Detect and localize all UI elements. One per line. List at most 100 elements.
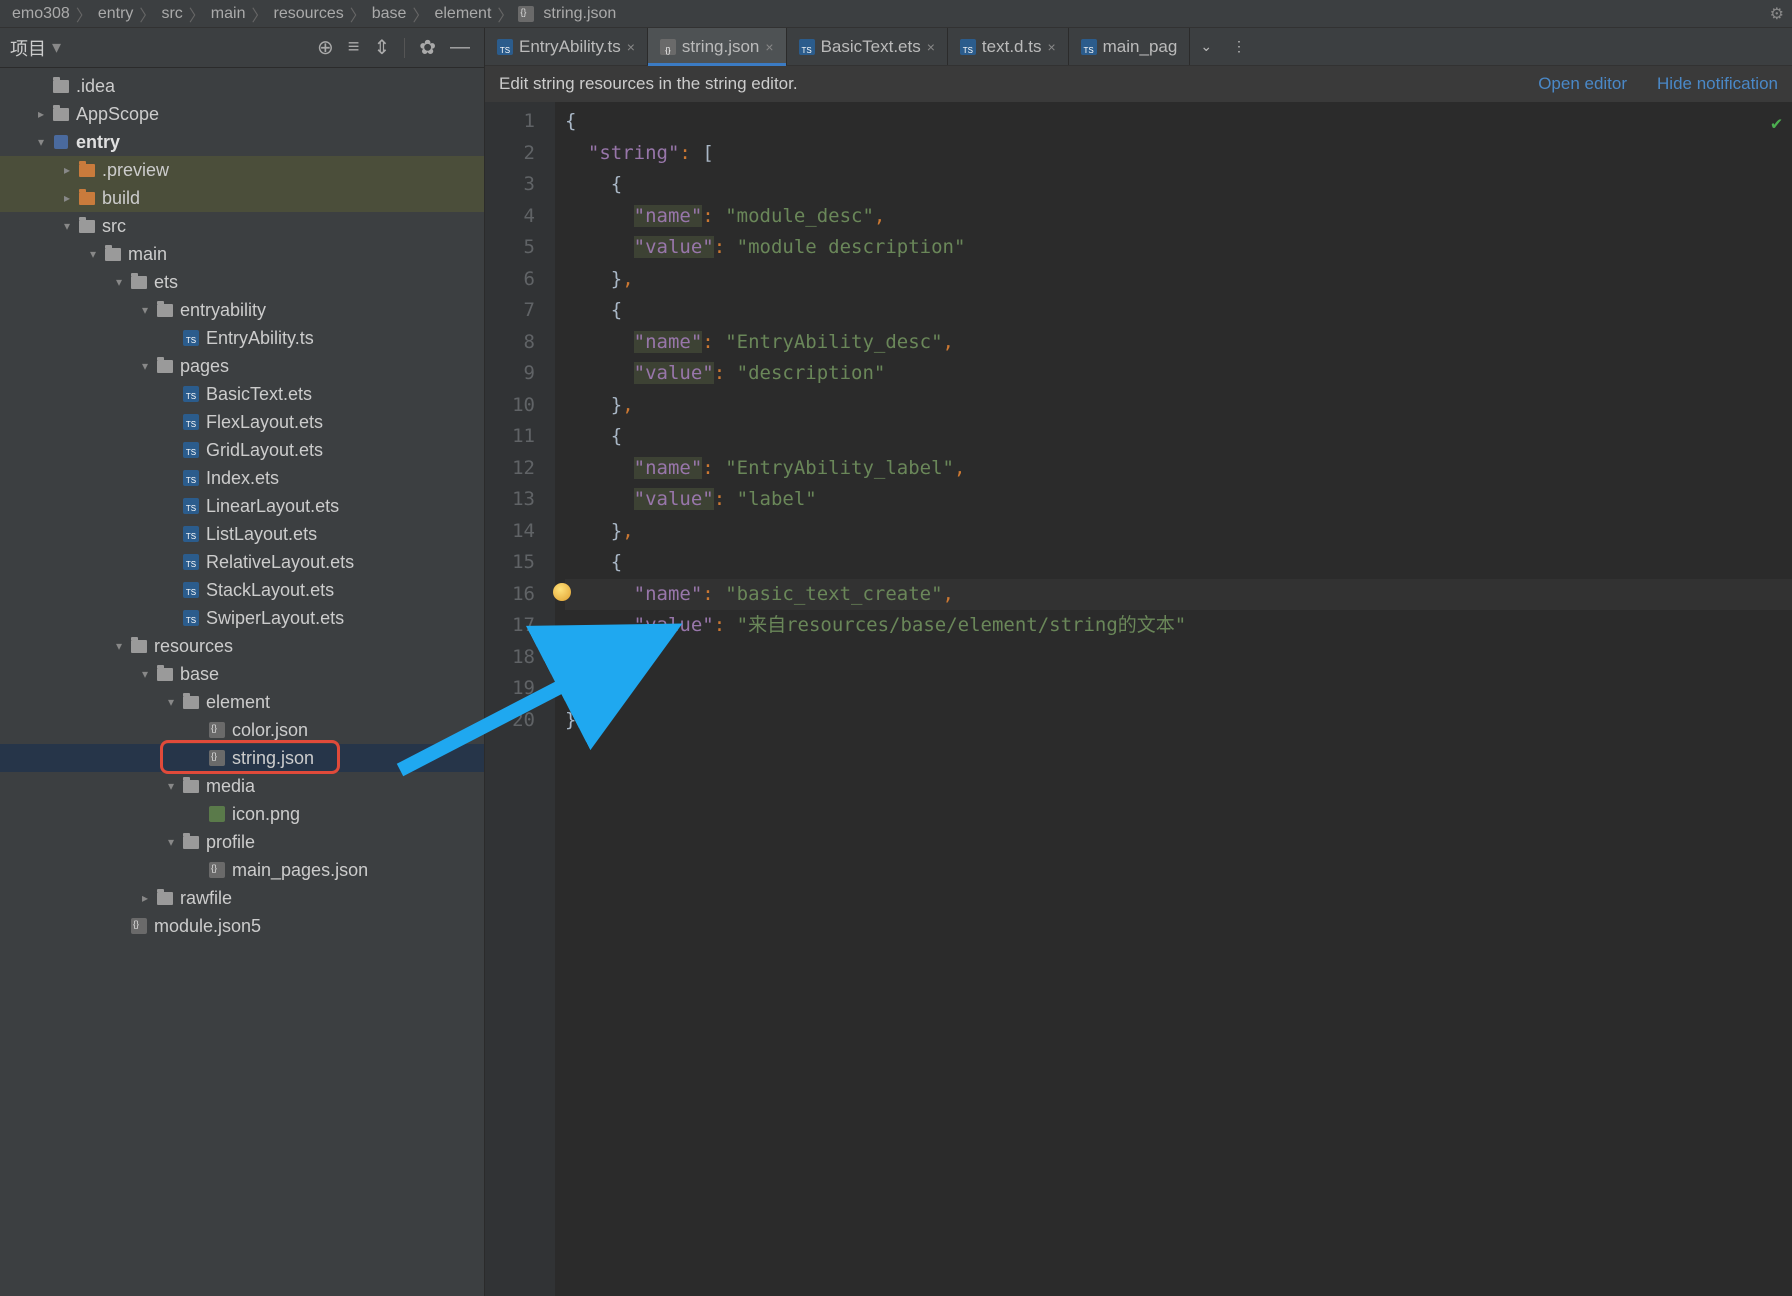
code-line[interactable]: }, (565, 516, 1792, 548)
tree-item-flexlayout-ets[interactable]: ·TSFlexLayout.ets (0, 408, 484, 436)
code-line[interactable]: "name": "EntryAbility_label", (565, 453, 1792, 485)
tree-label: .preview (98, 160, 169, 181)
crumb[interactable]: resources (269, 5, 347, 23)
tree-item-icon-png[interactable]: ·icon.png (0, 800, 484, 828)
chevron-down-icon[interactable]: ▾ (136, 359, 154, 373)
tab-text-d-ts[interactable]: TStext.d.ts× (948, 28, 1069, 65)
code-line[interactable]: "value": "module description" (565, 232, 1792, 264)
tree-item-pages[interactable]: ▾pages (0, 352, 484, 380)
line-number: 15 (485, 547, 535, 579)
code-line[interactable]: { (565, 106, 1792, 138)
code-line[interactable]: "name": "module_desc", (565, 201, 1792, 233)
chevron-down-icon[interactable]: ▾ (58, 219, 76, 233)
tree-item-string-json[interactable]: ·string.json (0, 744, 484, 772)
close-icon[interactable]: × (765, 39, 773, 55)
tree-item-stacklayout-ets[interactable]: ·TSStackLayout.ets (0, 576, 484, 604)
tree-item-module-json5[interactable]: ·module.json5 (0, 912, 484, 940)
tree-item--preview[interactable]: ▸ .preview (0, 156, 484, 184)
close-icon[interactable]: × (627, 39, 635, 55)
target-icon[interactable]: ⊕ (313, 33, 338, 62)
chevron-down-icon[interactable]: ▾ (162, 835, 180, 849)
code-line[interactable]: "name": "basic_text_create", (565, 579, 1792, 611)
hide-notification-link[interactable]: Hide notification (1657, 74, 1778, 94)
gear-icon[interactable]: ⚙ (1770, 4, 1784, 24)
code-line[interactable]: "value": "label" (565, 484, 1792, 516)
tab-overflow[interactable]: TSmain_pag (1069, 28, 1191, 65)
chevron-down-icon[interactable]: ▾ (136, 303, 154, 317)
code-line[interactable]: }, (565, 390, 1792, 422)
tree-item-linearlayout-ets[interactable]: ·TSLinearLayout.ets (0, 492, 484, 520)
tree-item-media[interactable]: ▾media (0, 772, 484, 800)
tree-item-resources[interactable]: ▾resources (0, 632, 484, 660)
tree-item-build[interactable]: ▸build (0, 184, 484, 212)
tree-item-relativelayout-ets[interactable]: ·TSRelativeLayout.ets (0, 548, 484, 576)
code-content[interactable]: ✔ { "string": [ { "name": "module_desc",… (555, 102, 1792, 1296)
code-line[interactable]: "name": "EntryAbility_desc", (565, 327, 1792, 359)
code-line[interactable]: }, (565, 264, 1792, 296)
tree-item-index-ets[interactable]: ·TSIndex.ets (0, 464, 484, 492)
code-line[interactable]: { (565, 169, 1792, 201)
tree-item-src[interactable]: ▾src (0, 212, 484, 240)
tree-item-gridlayout-ets[interactable]: ·TSGridLayout.ets (0, 436, 484, 464)
chevron-down-icon[interactable]: ▾ (110, 275, 128, 289)
tree-item-main-pages-json[interactable]: ·main_pages.json (0, 856, 484, 884)
code-line[interactable]: "value": "description" (565, 358, 1792, 390)
tree-item-ets[interactable]: ▾ets (0, 268, 484, 296)
tree-item-profile[interactable]: ▾profile (0, 828, 484, 856)
code-editor[interactable]: 1234567891011121314151617181920 ✔ { "str… (485, 102, 1792, 1296)
chevron-right-icon[interactable]: ▸ (58, 163, 76, 177)
tree-item-entryability[interactable]: ▾entryability (0, 296, 484, 324)
tree-item-base[interactable]: ▾base (0, 660, 484, 688)
tab-string-json[interactable]: {}string.json× (648, 28, 787, 65)
code-line[interactable]: } (565, 642, 1792, 674)
tree-item--idea[interactable]: ·.idea (0, 72, 484, 100)
crumb[interactable]: src (157, 5, 186, 23)
chevron-down-icon[interactable]: ▾ (110, 639, 128, 653)
tabs-more-icon[interactable]: ⋮ (1222, 28, 1256, 65)
tree-item-element[interactable]: ▾element (0, 688, 484, 716)
crumb[interactable]: base (368, 5, 411, 23)
chevron-down-icon[interactable]: ▾ (84, 247, 102, 261)
tree-item-rawfile[interactable]: ▸rawfile (0, 884, 484, 912)
chevron-down-icon[interactable]: ▾ (136, 667, 154, 681)
tree-item-color-json[interactable]: ·color.json (0, 716, 484, 744)
chevron-down-icon[interactable]: ▾ (162, 779, 180, 793)
crumb[interactable]: emo308 (8, 5, 74, 23)
tree-item-swiperlayout-ets[interactable]: ·TSSwiperLayout.ets (0, 604, 484, 632)
open-editor-link[interactable]: Open editor (1538, 74, 1627, 94)
code-line[interactable]: { (565, 421, 1792, 453)
code-line[interactable]: "value": "来自resources/base/element/strin… (565, 610, 1792, 642)
chevron-right-icon[interactable]: ▸ (58, 191, 76, 205)
tree-item-listlayout-ets[interactable]: ·TSListLayout.ets (0, 520, 484, 548)
close-icon[interactable]: × (927, 39, 935, 55)
expand-all-icon[interactable]: ⇕ (369, 33, 394, 62)
code-line[interactable]: { (565, 295, 1792, 327)
crumb[interactable]: string.json (539, 5, 620, 23)
tab-basictext[interactable]: TSBasicText.ets× (787, 28, 948, 65)
tab-entryability[interactable]: TSEntryAbility.ts× (485, 28, 648, 65)
tree-item-entryability-ts[interactable]: ·TSEntryAbility.ts (0, 324, 484, 352)
code-line[interactable]: "string": [ (565, 138, 1792, 170)
tree-item-main[interactable]: ▾main (0, 240, 484, 268)
tabs-dropdown-icon[interactable]: ⌄ (1190, 28, 1222, 65)
crumb[interactable]: entry (94, 5, 138, 23)
project-tree[interactable]: ·.idea▸AppScope▾entry ▸ .preview ▸build▾src… (0, 68, 484, 1296)
tree-item-appscope[interactable]: ▸AppScope (0, 100, 484, 128)
tree-item-basictext-ets[interactable]: ·TSBasicText.ets (0, 380, 484, 408)
code-line[interactable]: { (565, 547, 1792, 579)
close-icon[interactable]: × (1047, 39, 1055, 55)
dropdown-icon[interactable]: ▾ (52, 37, 61, 58)
crumb[interactable]: element (430, 5, 495, 23)
crumb[interactable]: main (207, 5, 250, 23)
collapse-all-icon[interactable]: ≡ (344, 34, 364, 61)
gear-icon[interactable]: ✿ (415, 33, 440, 62)
hide-icon[interactable]: — (446, 34, 474, 61)
chevron-right-icon[interactable]: ▸ (32, 107, 50, 121)
tree-item-entry[interactable]: ▾entry (0, 128, 484, 156)
chevron-right-icon[interactable]: ▸ (136, 891, 154, 905)
code-line[interactable]: } (565, 705, 1792, 737)
code-line[interactable]: ] (565, 673, 1792, 705)
chevron-down-icon[interactable]: ▾ (32, 135, 50, 149)
bulb-icon[interactable] (553, 583, 571, 601)
chevron-down-icon[interactable]: ▾ (162, 695, 180, 709)
